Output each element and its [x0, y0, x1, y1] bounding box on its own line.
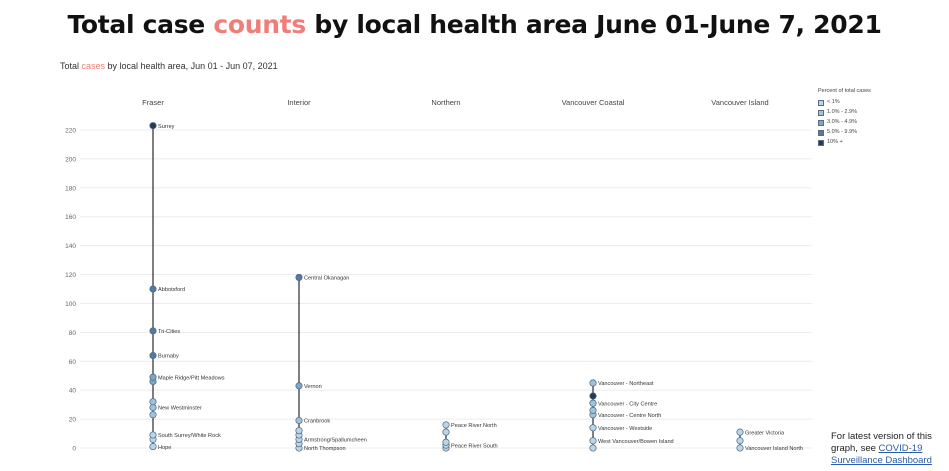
data-point — [589, 399, 597, 407]
point-label: Central Okanagan — [304, 276, 349, 282]
legend-item: 5.0% - 9.9% — [818, 128, 871, 138]
data-point — [295, 427, 303, 435]
legend-swatch — [818, 139, 824, 146]
data-point — [589, 424, 597, 432]
note-line-3: Surveillance Dashboard — [831, 455, 932, 467]
data-point — [442, 438, 450, 446]
point-label: Peace River South — [451, 443, 498, 449]
y-tick-label: 100 — [65, 301, 76, 308]
data-point — [736, 444, 744, 452]
point-label: West Vancouver/Bowen Island — [598, 439, 674, 445]
point-label: Vancouver - Westside — [598, 426, 652, 432]
point-label: Tri-Cities — [158, 329, 180, 335]
data-point — [295, 416, 303, 425]
y-tick-label: 60 — [69, 359, 77, 366]
legend-label: 5.0% - 9.9% — [827, 128, 857, 135]
panel-header: Fraser — [142, 98, 164, 107]
point-label: North Thompson — [304, 446, 346, 452]
point-label: Maple Ridge/Pitt Meadows — [158, 375, 225, 381]
data-point — [442, 428, 450, 436]
legend-label: 3.0% - 4.9% — [827, 118, 857, 125]
panel-header: Northern — [431, 98, 460, 107]
legend-label: 1.0% - 2.9% — [827, 108, 857, 115]
panel-header: Vancouver Coastal — [562, 98, 625, 107]
data-point — [149, 351, 157, 360]
point-label: Hope — [158, 445, 171, 451]
panel-header: Interior — [287, 98, 311, 107]
dashboard-link-part-1[interactable]: COVID-19 — [879, 443, 923, 454]
y-tick-label: 140 — [65, 243, 76, 250]
point-label: Peace River North — [451, 423, 497, 429]
data-point — [589, 444, 597, 452]
point-label: Abbotsford — [158, 287, 185, 293]
point-label: Vancouver Island North — [745, 446, 803, 452]
note-line-2-text: graph, see — [831, 443, 879, 454]
dashboard-link-part-2[interactable]: Surveillance Dashboard — [831, 455, 932, 466]
data-point — [295, 382, 303, 390]
y-tick-label: 220 — [65, 128, 76, 135]
data-point — [589, 437, 597, 445]
data-point — [589, 392, 597, 400]
point-label: New Westminster — [158, 406, 202, 412]
point-label: Vancouver - Centre North — [598, 413, 661, 419]
point-label: Vernon — [304, 384, 322, 390]
point-label: Vancouver - Northeast — [598, 381, 654, 387]
legend-item: 10% + — [818, 138, 871, 148]
legend-title: Percent of total cases — [818, 88, 871, 94]
legend-label: < 1% — [827, 98, 840, 105]
point-label: Greater Victoria — [745, 430, 785, 436]
y-tick-label: 180 — [65, 185, 76, 192]
point-label: Surrey — [158, 124, 175, 130]
y-tick-label: 0 — [72, 446, 76, 453]
panel-header: Vancouver Island — [711, 98, 768, 107]
legend-swatch — [818, 99, 824, 106]
data-point — [589, 406, 597, 414]
dashboard-note: For latest version of this graph, see CO… — [831, 431, 932, 467]
chart-legend: Percent of total cases < 1% 1.0% - 2.9% 3.… — [818, 88, 871, 148]
data-point — [589, 379, 597, 387]
note-line-2: graph, see COVID-19 — [831, 443, 932, 455]
legend-item: 3.0% - 4.9% — [818, 118, 871, 128]
data-point — [149, 431, 157, 439]
y-tick-label: 80 — [69, 330, 77, 337]
point-label: Vancouver - City Centre — [598, 401, 657, 407]
point-label: South Surrey/White Rock — [158, 433, 221, 439]
data-point — [149, 398, 157, 406]
data-point — [149, 122, 157, 130]
legend-items: < 1% 1.0% - 2.9% 3.0% - 4.9% 5.0% - 9.9% 10%… — [818, 98, 871, 148]
data-point — [736, 428, 744, 436]
legend-swatch — [818, 129, 824, 136]
point-label: Cranbrook — [304, 419, 330, 425]
y-tick-label: 20 — [69, 417, 77, 424]
legend-swatch — [818, 119, 824, 126]
data-point — [149, 285, 157, 293]
data-point — [149, 411, 157, 419]
data-point — [442, 421, 450, 429]
legend-item: 1.0% - 2.9% — [818, 108, 871, 118]
data-point — [295, 273, 303, 281]
point-label: Burnaby — [158, 354, 179, 360]
point-label: Armstrong/Spallumcheen — [304, 438, 367, 444]
legend-swatch — [818, 109, 824, 116]
y-tick-label: 200 — [65, 156, 76, 163]
data-point — [149, 373, 157, 381]
legend-label: 10% + — [827, 138, 843, 145]
data-point — [149, 443, 157, 451]
data-point — [736, 437, 744, 445]
y-tick-label: 40 — [69, 388, 77, 395]
data-point — [149, 327, 157, 335]
y-tick-label: 160 — [65, 214, 76, 221]
lollipop-chart: 0 20 40 60 80 100 120 140 160 180 200 220 Fraser Surr… — [65, 98, 812, 453]
note-line-1: For latest version of this — [831, 431, 932, 442]
legend-item: < 1% — [818, 98, 871, 108]
y-tick-label: 120 — [65, 272, 76, 279]
